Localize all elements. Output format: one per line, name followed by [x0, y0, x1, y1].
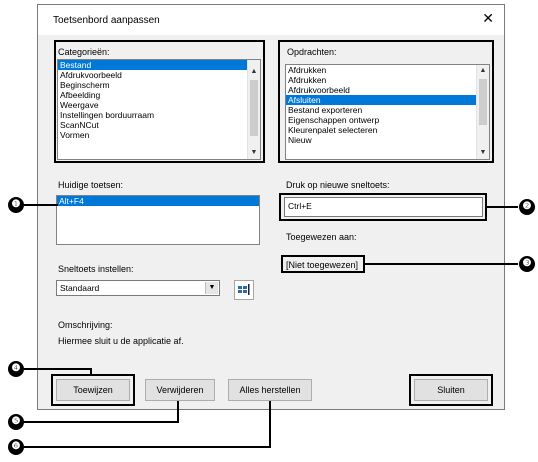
- callout-4: ❹: [8, 361, 24, 377]
- callout-1: ❶: [8, 197, 24, 213]
- callout-5: ❺: [8, 414, 24, 430]
- callout-3: ❸: [519, 256, 535, 272]
- callout-leader-lines: [24, 204, 518, 448]
- callout-6: ❻: [8, 439, 24, 455]
- callout-2: ❷: [519, 199, 535, 215]
